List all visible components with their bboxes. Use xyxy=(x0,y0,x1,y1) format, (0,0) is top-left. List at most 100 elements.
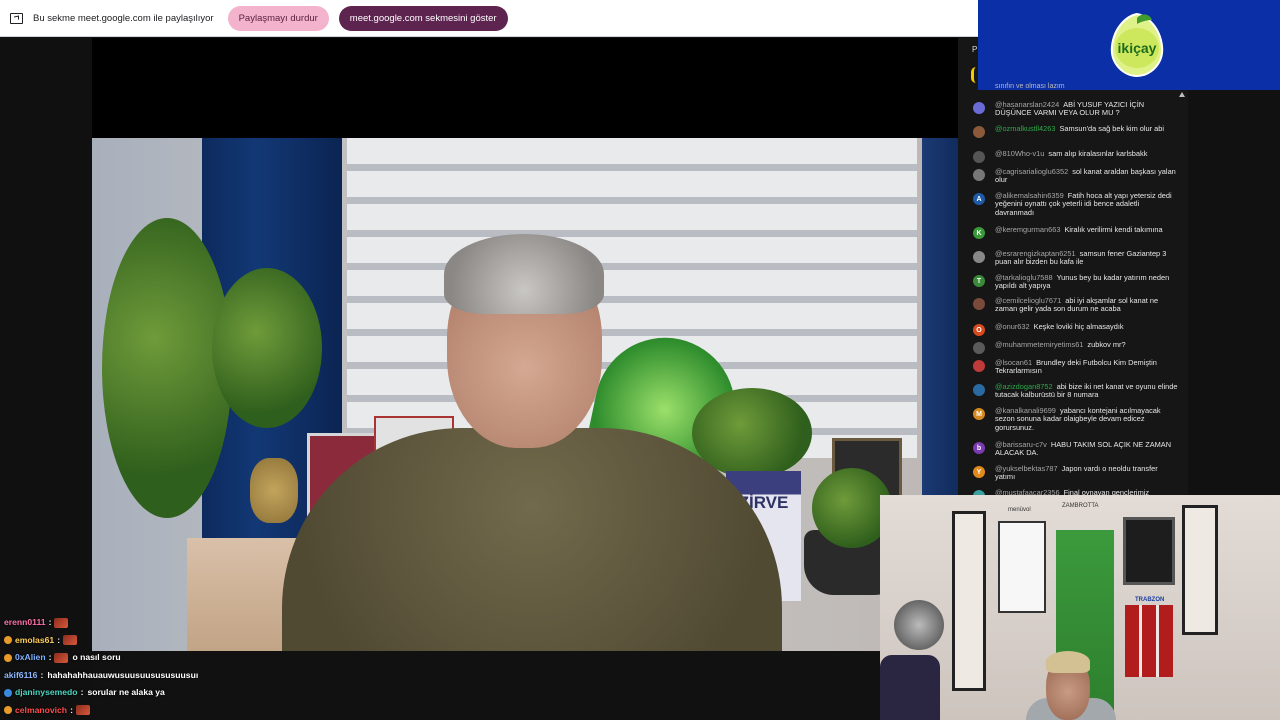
overlay-chat-user: celmanovich xyxy=(15,704,68,715)
user-avatar[interactable] xyxy=(973,384,985,396)
sharing-message: Bu sekme meet.google.com ile paylaşılıyo… xyxy=(33,12,214,24)
streamer-hair xyxy=(1046,651,1090,673)
user-avatar[interactable] xyxy=(973,169,985,181)
stop-sharing-button[interactable]: Paylaşmayı durdur xyxy=(227,5,329,31)
chat-message: @cagrisarialioglu6352 sol kanat araldan b… xyxy=(973,167,1178,185)
chat-message: O @onur632 Keşke loviki hiç almasaydık xyxy=(973,322,1178,336)
chat-message: @azizdogan8752 abi bize iki net kanat ve … xyxy=(973,382,1178,400)
chat-author[interactable]: @onur632 xyxy=(995,322,1030,331)
main-video: ZİRVE xyxy=(92,38,958,651)
show-meet-tab-button[interactable]: meet.google.com sekmesini göster xyxy=(338,5,508,31)
user-avatar[interactable]: b xyxy=(973,442,985,454)
chat-message-text: @esrarengizkaptan6251 samsun fener Gazian… xyxy=(995,249,1178,267)
user-avatar[interactable] xyxy=(973,151,985,163)
chat-partial-message: sınıfın ve olması lazım xyxy=(995,83,1065,90)
chat-message: @ozmalkustll4263 Samsun'da sağ bek kim ol… xyxy=(973,124,1178,138)
chat-text: sam alıp kiralasınlar karlsbakk xyxy=(1048,149,1148,158)
tactic-board xyxy=(1123,517,1175,585)
chat-message: @muhammetemiryetims61 zubkov mr? xyxy=(973,340,1178,354)
chat-message: A @alikemalsahin6359 Fatih hoca alt yapı y… xyxy=(973,191,1178,217)
shelf xyxy=(952,511,986,691)
overlay-chat-line: akif6116 : hahahahhauauwusuusuusususuusuı xyxy=(4,667,880,685)
emote-icon xyxy=(54,652,69,663)
chat-message: Y @yukselbektas787 Japon vardı o neoldu tr… xyxy=(973,464,1178,482)
separator: : xyxy=(40,669,44,680)
emote-icon xyxy=(75,705,90,716)
overlay-chat-line: emolas61 : xyxy=(4,632,880,650)
user-avatar[interactable] xyxy=(973,251,985,263)
chat-message-text: @tarkalioglu7588 Yunus bey bu kadar yatır… xyxy=(995,273,1178,291)
presenter-hair xyxy=(444,234,604,314)
user-avatar[interactable] xyxy=(973,126,985,138)
tab-sharing-bar: Bu sekme meet.google.com ile paylaşılıyo… xyxy=(0,0,978,37)
video-scene: ZİRVE xyxy=(92,138,958,651)
emote-icon xyxy=(54,617,69,628)
user-avatar[interactable]: A xyxy=(973,193,985,205)
chat-text: Samsun'da sağ bek kim olur abi xyxy=(1059,124,1165,133)
chat-text: Kiralık verilirmi kendi takımına xyxy=(1064,225,1163,234)
chat-badge-icon xyxy=(4,653,12,662)
user-avatar[interactable] xyxy=(973,360,985,372)
chat-message-text: @lsocan61 Brundley deki Futbolcu Kim Demi… xyxy=(995,358,1178,376)
overlay-chat-user: emolas61 xyxy=(15,634,55,645)
chat-message: M @kanalkanali9699 yabancı kontejani acılm… xyxy=(973,406,1178,432)
cam-label-zambrotta: ZAMBROTTA xyxy=(1062,503,1099,509)
cam-label-trabzon: TRABZON xyxy=(1135,597,1165,603)
shelf xyxy=(1182,505,1218,635)
overlay-chat-text: hahahahhauauwusuusuusususuusuı xyxy=(47,669,199,680)
screen-share-icon xyxy=(10,12,23,24)
chat-message-text: @azizdogan8752 abi bize iki net kanat ve … xyxy=(995,382,1178,400)
yt-header-label: P xyxy=(972,45,978,54)
overlay-chat-line: erenn0111 : xyxy=(4,614,880,632)
overlay-chat-user: akif6116 xyxy=(4,669,38,680)
wall-board xyxy=(998,521,1046,613)
chat-message-text: @muhammetemiryetims61 zubkov mr? xyxy=(995,340,1126,349)
scroll-up-icon[interactable] xyxy=(1179,92,1185,97)
user-avatar[interactable]: K xyxy=(973,227,985,239)
chat-message: b @barissaru-c7v HABU TAKIM SOL AÇIK NE ZA… xyxy=(973,440,1178,458)
jersey-frames xyxy=(1125,605,1173,677)
overlay-chat-line: djaninysemedo : sorular ne alaka ya xyxy=(4,684,880,702)
separator: : xyxy=(80,687,84,697)
chat-author[interactable]: @ozmalkustll4263 xyxy=(995,124,1056,133)
chat-message: T @tarkalioglu7588 Yunus bey bu kadar yatı… xyxy=(973,273,1178,291)
fan-icon xyxy=(894,600,944,650)
chat-message-text: @cemilcelioglu7671 abi iyi akşamlar sol k… xyxy=(995,296,1178,314)
chat-message-text: @810Who-v1u sam alıp kiralasınlar karlsba… xyxy=(995,149,1148,158)
chat-message: @esrarengizkaptan6251 samsun fener Gazian… xyxy=(973,249,1178,267)
chat-message-text: @yukselbektas787 Japon vardı o neoldu tra… xyxy=(995,464,1178,482)
yt-header-icon xyxy=(971,67,981,83)
chat-badge-icon xyxy=(4,636,12,645)
user-avatar[interactable] xyxy=(973,102,985,114)
chat-message-text: @cagrisarialioglu6352 sol kanat araldan b… xyxy=(995,167,1178,185)
separator: : xyxy=(70,704,73,715)
logo-text: ikiçay xyxy=(1118,40,1157,56)
gaming-chair xyxy=(880,655,940,720)
cam-label-menuvol: menüvol xyxy=(1008,507,1031,513)
chat-message-text: @barissaru-c7v HABU TAKIM SOL AÇIK NE ZAM… xyxy=(995,440,1178,458)
chat-message-text: @hasanarslan2424 ABİ YUSUF YAZICI İÇİN DÜ… xyxy=(995,100,1178,118)
user-avatar[interactable]: M xyxy=(973,408,985,420)
chat-message-text: @kanalkanali9699 yabancı kontejani acılma… xyxy=(995,406,1178,432)
trophy xyxy=(250,458,298,523)
chat-author[interactable]: @810Who-v1u xyxy=(995,149,1044,158)
chat-badge-icon xyxy=(4,706,12,715)
separator: : xyxy=(48,652,52,662)
user-avatar[interactable] xyxy=(973,342,985,354)
chat-message: @lsocan61 Brundley deki Futbolcu Kim Demi… xyxy=(973,358,1178,376)
overlay-chat-user: 0xAlien xyxy=(15,652,46,662)
separator: : xyxy=(48,617,52,627)
user-avatar[interactable]: Y xyxy=(973,466,985,478)
chat-author[interactable]: @keremgurman663 xyxy=(995,225,1060,234)
chat-message: @cemilcelioglu7671 abi iyi akşamlar sol k… xyxy=(973,296,1178,314)
user-avatar[interactable]: O xyxy=(973,324,985,336)
overlay-chat-user: erenn0111 xyxy=(4,617,46,627)
streamer-webcam: menüvol ZAMBROTTA TRABZON xyxy=(880,495,1280,720)
chat-text: zubkov mr? xyxy=(1087,340,1126,349)
user-avatar[interactable] xyxy=(973,298,985,310)
chat-message-text: @alikemalsahin6359 Fatih hoca alt yapı ye… xyxy=(995,191,1178,217)
chat-message-text: @onur632 Keşke loviki hiç almasaydık xyxy=(995,322,1124,331)
ikicay-logo-icon: ikiçay xyxy=(1110,12,1164,78)
chat-author[interactable]: @muhammetemiryetims61 xyxy=(995,340,1083,349)
user-avatar[interactable]: T xyxy=(973,275,985,287)
